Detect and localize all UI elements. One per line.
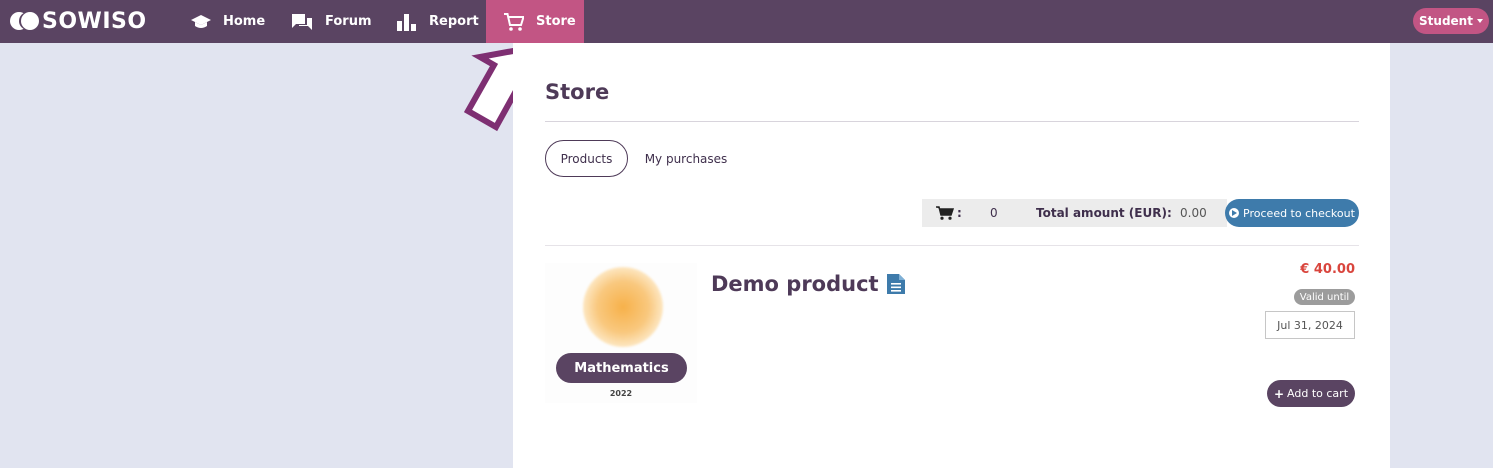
plus-icon: +	[1273, 386, 1285, 401]
graduation-cap-icon	[191, 14, 211, 28]
nav-forum[interactable]: Forum	[291, 0, 372, 43]
add-to-cart-button[interactable]: + Add to cart	[1267, 380, 1355, 407]
logo-text: SOWISO	[42, 8, 147, 34]
tab-products[interactable]: Products	[545, 140, 628, 177]
document-icon[interactable]	[886, 273, 906, 295]
page-title: Store	[545, 80, 610, 104]
forum-chat-icon	[292, 13, 312, 30]
cart-icon	[936, 206, 954, 220]
cart-summary-icon-wrap	[936, 206, 954, 220]
product-thumbnail[interactable]: Mathematics 2022	[545, 263, 697, 403]
nav-report[interactable]: Report	[397, 0, 479, 43]
nav-store[interactable]: Store	[486, 0, 584, 43]
add-to-cart-label: Add to cart	[1287, 387, 1349, 400]
proceed-to-checkout-button[interactable]: Proceed to checkout	[1225, 199, 1359, 227]
product-year: 2022	[609, 389, 633, 398]
product-name-text: Demo product	[711, 272, 879, 296]
valid-until-date: Jul 31, 2024	[1265, 311, 1355, 339]
cart-summary-bar: : 0 Total amount (EUR): 0.00	[922, 199, 1227, 227]
logo-mark-icon	[10, 10, 40, 32]
cart-item-count: 0	[990, 206, 998, 220]
subject-label: Mathematics	[556, 353, 687, 383]
list-divider	[545, 245, 1359, 246]
store-panel	[513, 43, 1390, 468]
user-menu-label: Student	[1419, 14, 1473, 28]
product-image-blob	[583, 267, 663, 347]
shopping-cart-icon	[504, 12, 524, 31]
cart-colon: :	[957, 206, 962, 220]
valid-until-badge: Valid until	[1294, 289, 1355, 305]
cart-total-label: Total amount (EUR):	[1036, 206, 1172, 220]
user-menu-button[interactable]: Student	[1413, 8, 1489, 34]
arrow-circle-right-icon	[1229, 208, 1240, 218]
title-divider	[545, 121, 1359, 122]
nav-forum-label: Forum	[325, 14, 372, 29]
nav-report-label: Report	[429, 14, 479, 29]
cart-total-value: 0.00	[1180, 206, 1207, 220]
caret-down-icon	[1476, 19, 1483, 23]
checkout-label: Proceed to checkout	[1243, 206, 1355, 220]
bar-chart-icon	[397, 13, 416, 31]
nav-store-label: Store	[536, 14, 576, 29]
nav-home-label: Home	[223, 14, 266, 29]
product-price: € 40.00	[1300, 262, 1355, 277]
top-navigation-bar: SOWISO Home Forum Report Store Student	[0, 0, 1493, 43]
nav-home[interactable]: Home	[191, 0, 265, 43]
tab-my-purchases[interactable]: My purchases	[636, 140, 736, 177]
product-title[interactable]: Demo product	[711, 272, 906, 296]
sowiso-logo[interactable]: SOWISO	[10, 8, 147, 34]
